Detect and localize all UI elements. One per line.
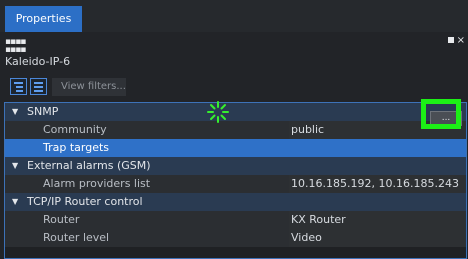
property-row-router-level[interactable]: Router level Video bbox=[5, 229, 466, 247]
property-value[interactable]: 10.16.185.192, 10.16.185.243 bbox=[289, 175, 466, 193]
loading-spinner-icon bbox=[207, 101, 229, 123]
property-value[interactable] bbox=[289, 139, 466, 157]
panel-title: Kaleido-IP-6 bbox=[5, 55, 71, 68]
close-icon[interactable]: × bbox=[457, 35, 465, 47]
list-view-button[interactable] bbox=[30, 78, 47, 95]
expand-arrow-icon[interactable]: ▼ bbox=[12, 103, 18, 121]
property-label: Router level bbox=[43, 231, 110, 244]
properties-panel: ▪▪▪▪ ▪▪▪▪ × Kaleido-IP-6 View filters... … bbox=[0, 32, 468, 259]
grip-icon[interactable]: ▪▪▪▪ ▪▪▪▪ bbox=[5, 38, 26, 55]
view-filters-input[interactable]: View filters... bbox=[52, 78, 126, 96]
property-label: Router bbox=[43, 213, 80, 226]
property-row-router[interactable]: Router KX Router bbox=[5, 211, 466, 229]
property-row-trap-targets[interactable]: Trap targets bbox=[5, 139, 466, 157]
maximize-icon[interactable] bbox=[447, 37, 454, 43]
property-label: Trap targets bbox=[43, 141, 110, 154]
property-label: Alarm providers list bbox=[43, 177, 151, 190]
property-value[interactable]: Video bbox=[289, 229, 466, 247]
tab-bar: Properties bbox=[0, 0, 468, 32]
highlight-box bbox=[421, 99, 461, 129]
section-label: SNMP bbox=[27, 105, 59, 118]
tree-view-button[interactable] bbox=[10, 78, 27, 95]
section-external-alarms[interactable]: ▼ External alarms (GSM) bbox=[5, 157, 466, 175]
property-value[interactable]: KX Router bbox=[289, 211, 466, 229]
property-grid: ▼ SNMP Community public Trap targets ▼ E… bbox=[4, 102, 467, 259]
section-tcpip-router[interactable]: ▼ TCP/IP Router control bbox=[5, 193, 466, 211]
expand-arrow-icon[interactable]: ▼ bbox=[12, 193, 18, 211]
property-label: Community bbox=[43, 123, 107, 136]
property-row-alarm-providers[interactable]: Alarm providers list 10.16.185.192, 10.1… bbox=[5, 175, 466, 193]
section-snmp[interactable]: ▼ SNMP bbox=[5, 103, 466, 121]
section-label: TCP/IP Router control bbox=[27, 195, 143, 208]
section-label: External alarms (GSM) bbox=[27, 159, 151, 172]
window-controls: × bbox=[447, 35, 465, 47]
expand-arrow-icon[interactable]: ▼ bbox=[12, 157, 18, 175]
tab-properties[interactable]: Properties bbox=[5, 6, 82, 32]
property-row-community[interactable]: Community public bbox=[5, 121, 466, 139]
